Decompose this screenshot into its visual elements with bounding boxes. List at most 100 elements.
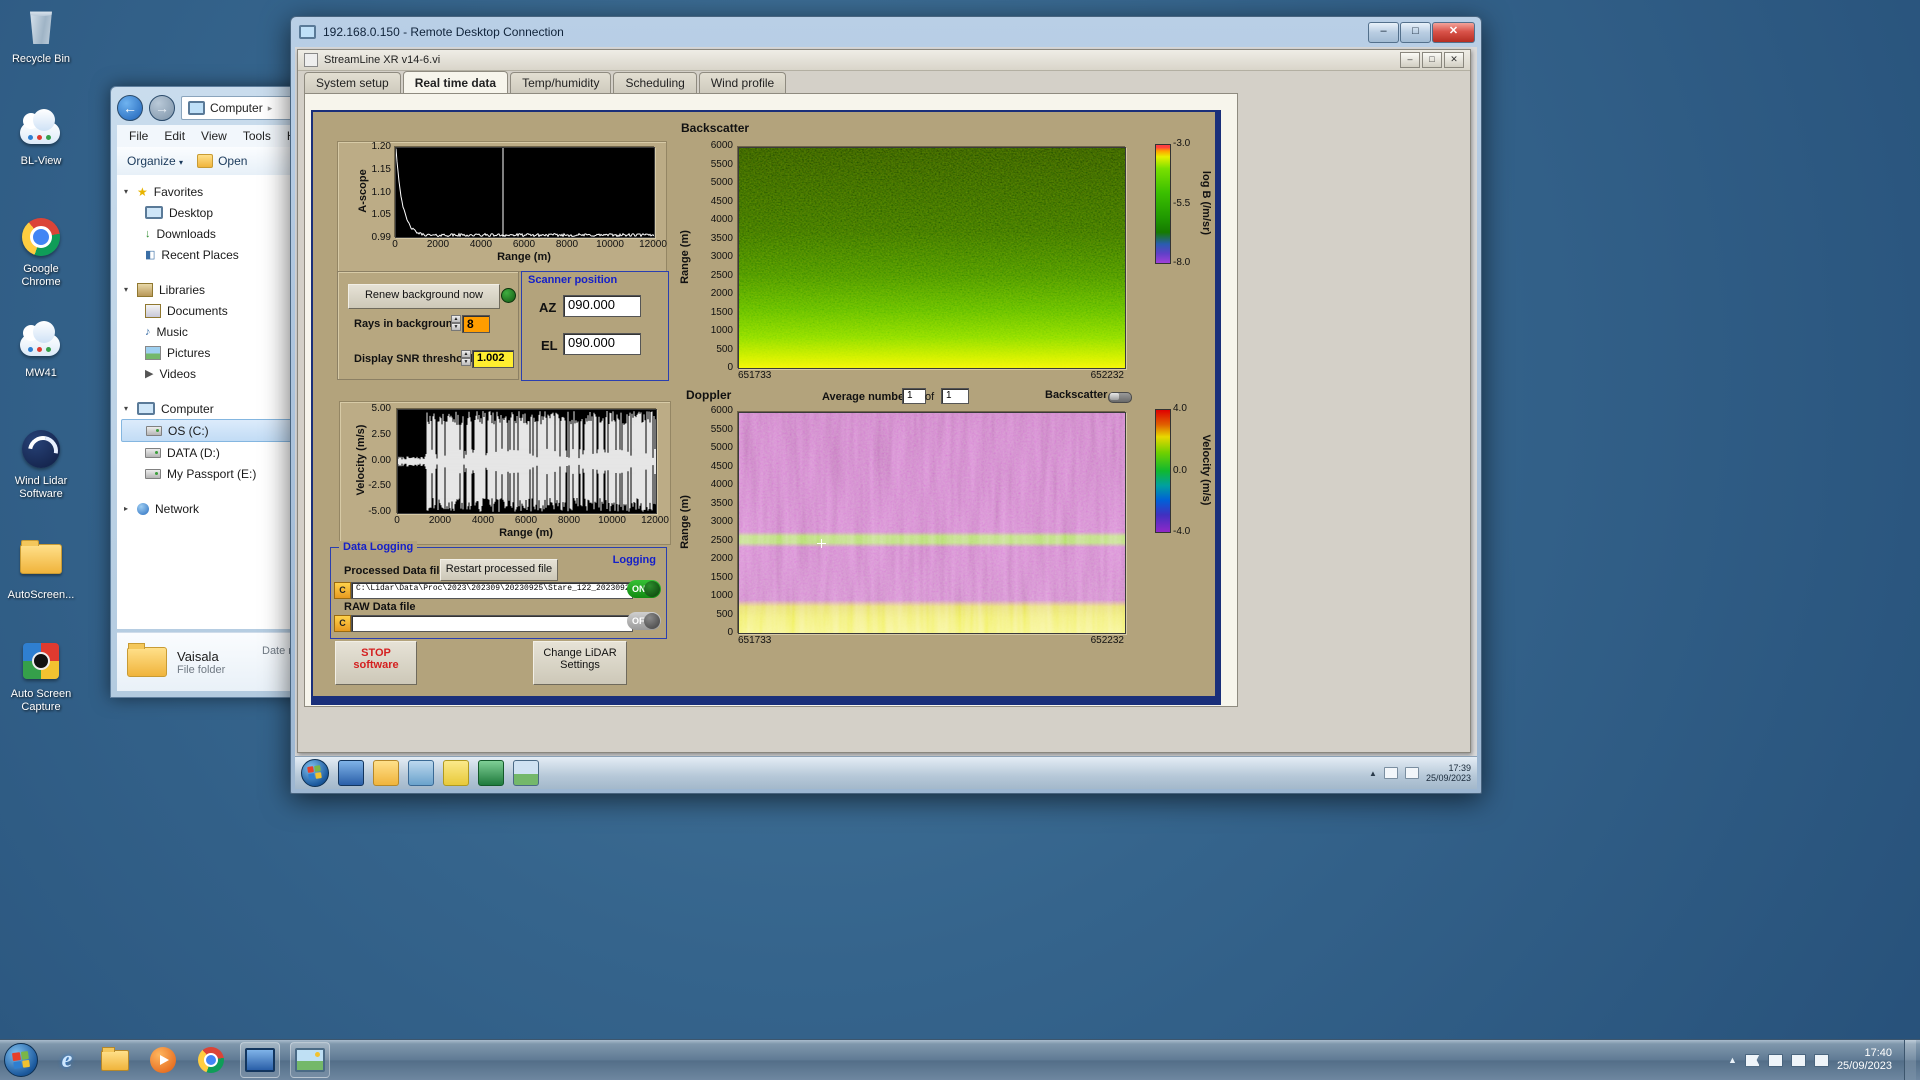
tab-wind-profile[interactable]: Wind profile [699, 72, 786, 94]
menu-file[interactable]: File [129, 129, 148, 143]
doppler-heatmap [738, 412, 1126, 634]
labview-titlebar[interactable]: StreamLine XR v14-6.vi – □ ✕ [298, 50, 1470, 71]
remote-notes-icon[interactable] [443, 760, 469, 786]
doppler-colorbar [1155, 409, 1171, 533]
organize-button[interactable]: Organize ▾ [127, 154, 183, 168]
remote-clock[interactable]: 17:39 25/09/2023 [1426, 763, 1471, 783]
desktop-icon-bl-view[interactable]: BL-View [4, 110, 78, 168]
stop-software-button[interactable]: STOPsoftware [335, 641, 417, 685]
desktop-icon-wind-lidar[interactable]: Wind Lidar Software [4, 428, 78, 501]
desktop-icon [145, 206, 163, 219]
forward-button[interactable]: → [149, 95, 175, 121]
backscatter-heatmap [738, 147, 1126, 369]
rays-in-background-label: Rays in background [354, 318, 459, 330]
az-value-field[interactable]: 090.000 [563, 295, 641, 317]
tray-network-icon[interactable] [1814, 1054, 1829, 1067]
tab-system-setup[interactable]: System setup [304, 72, 401, 94]
velocity-xticks: 020004000600080001000012000 [377, 515, 675, 526]
remote-folder-icon[interactable] [373, 760, 399, 786]
expander-icon[interactable]: ▸ [121, 504, 131, 513]
desktop-icon-label: Auto Screen Capture [4, 688, 78, 714]
open-button[interactable]: Open [197, 154, 247, 168]
processed-data-file-label: Processed Data file [344, 565, 446, 577]
tab-scheduling[interactable]: Scheduling [613, 72, 696, 94]
desktop-icon-label: MW41 [4, 367, 78, 380]
doppler-xaxis: 651733652232 [738, 635, 1124, 646]
menu-view[interactable]: View [201, 129, 227, 143]
taskbar-explorer[interactable] [96, 1043, 134, 1077]
tab-temp-humidity[interactable]: Temp/humidity [510, 72, 611, 94]
chevron-down-icon: ▾ [179, 158, 183, 167]
taskbar-photo-viewer[interactable] [290, 1042, 330, 1078]
minimize-button[interactable]: – [1368, 22, 1399, 43]
processed-path-field[interactable]: C:\Lidar\Data\Proc\2023\202309\20230925\… [351, 582, 633, 599]
desktop-icon-mw41[interactable]: MW41 [4, 322, 78, 380]
windows-flag-icon [12, 1051, 30, 1069]
snr-spinner[interactable]: ▲▼ [461, 350, 471, 366]
desktop-icon-autoscreen-folder[interactable]: AutoScreen... [4, 536, 78, 602]
show-desktop-button[interactable] [1904, 1040, 1916, 1080]
action-center-flag-icon[interactable] [1745, 1054, 1760, 1067]
backscatter-display-toggle[interactable] [1108, 392, 1132, 403]
change-lidar-settings-button[interactable]: Change LiDARSettings [533, 641, 627, 685]
average-total-field[interactable]: 1 [941, 388, 969, 404]
restart-processed-file-button[interactable]: Restart processed file [440, 559, 558, 581]
documents-icon [145, 304, 161, 318]
el-value-field[interactable]: 090.000 [563, 333, 641, 355]
taskbar-media-player[interactable] [144, 1043, 182, 1077]
minimize-button[interactable]: – [1400, 52, 1420, 68]
remote-grid-app-icon[interactable] [408, 760, 434, 786]
expander-icon[interactable]: ▾ [121, 285, 131, 294]
menu-edit[interactable]: Edit [164, 129, 185, 143]
music-icon: ♪ [145, 326, 151, 338]
close-button[interactable]: ✕ [1432, 22, 1475, 43]
tray-chevron-icon[interactable]: ▲ [1369, 769, 1377, 778]
taskbar-rdp[interactable] [240, 1042, 280, 1078]
network-icon [137, 503, 149, 515]
start-button[interactable] [4, 1043, 38, 1077]
desktop-icon-chrome[interactable]: Google Chrome [4, 216, 78, 289]
processed-logging-toggle[interactable]: ON [627, 580, 661, 598]
rdp-window: 192.168.0.150 - Remote Desktop Connectio… [290, 16, 1482, 794]
expander-icon[interactable]: ▾ [121, 404, 131, 413]
maximize-button[interactable]: □ [1400, 22, 1431, 43]
media-player-icon [150, 1047, 176, 1073]
rays-spinner[interactable]: ▲▼ [451, 315, 461, 331]
back-button[interactable]: ← [117, 95, 143, 121]
tray-volume-icon[interactable] [1791, 1054, 1806, 1067]
rdp-titlebar[interactable]: 192.168.0.150 - Remote Desktop Connectio… [291, 17, 1481, 47]
raw-logging-toggle[interactable]: OFF [627, 612, 661, 630]
tray-volume-icon[interactable] [1405, 767, 1419, 779]
maximize-button[interactable]: □ [1422, 52, 1442, 68]
raw-path-field[interactable] [351, 615, 633, 632]
ascope-plot [395, 147, 655, 238]
expander-icon[interactable]: ▾ [121, 187, 131, 196]
tray-chevron-icon[interactable]: ▲ [1728, 1055, 1737, 1065]
desktop-icon-auto-screen-capture[interactable]: Auto Screen Capture [4, 640, 78, 714]
menu-tools[interactable]: Tools [243, 129, 271, 143]
taskbar-clock[interactable]: 17:40 25/09/2023 [1837, 1047, 1892, 1073]
videos-icon: ▶ [145, 368, 153, 380]
download-icon: ↓ [145, 228, 151, 240]
rays-value-field[interactable]: 8 [462, 315, 490, 333]
remote-photo-icon[interactable] [513, 760, 539, 786]
tray-display-icon[interactable] [1384, 767, 1398, 779]
renew-background-button[interactable]: Renew background now [348, 284, 500, 309]
tab-real-time-data[interactable]: Real time data [403, 71, 508, 93]
rdp-icon [245, 1048, 275, 1072]
remote-app-window-icon[interactable] [338, 760, 364, 786]
rdp-title-text: 192.168.0.150 - Remote Desktop Connectio… [323, 25, 564, 39]
bl-view-icon [20, 110, 62, 152]
remote-start-button[interactable] [301, 759, 329, 787]
desktop-icon-recycle-bin[interactable]: Recycle Bin [4, 6, 78, 66]
snr-value-field[interactable]: 1.002 [472, 350, 514, 368]
taskbar-chrome[interactable] [192, 1043, 230, 1077]
renew-led-indicator [501, 288, 516, 303]
logging-label: Logging [613, 554, 656, 566]
taskbar-ie[interactable]: e [48, 1043, 86, 1077]
close-button[interactable]: ✕ [1444, 52, 1464, 68]
tray-display-icon[interactable] [1768, 1054, 1783, 1067]
average-number-field[interactable]: 1 [902, 388, 926, 404]
remote-spreadsheet-icon[interactable] [478, 760, 504, 786]
of-label: of [925, 391, 934, 403]
